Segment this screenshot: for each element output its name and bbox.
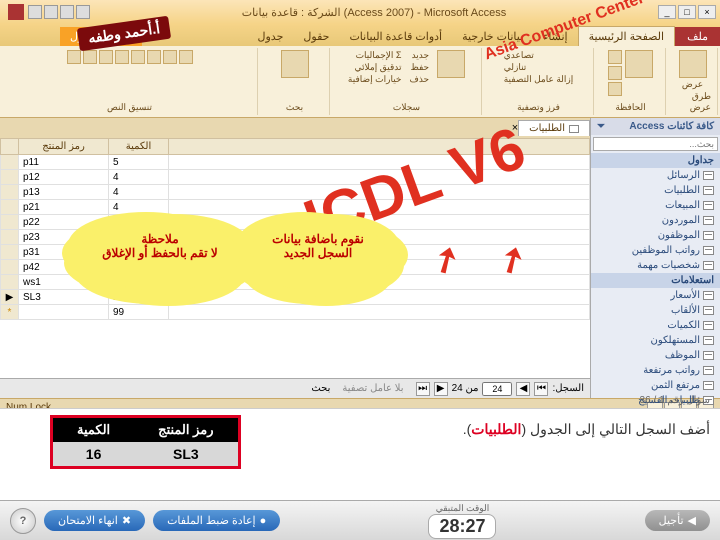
annotation-cloud-add: نقوم باضافة بيانات السجل الجديد bbox=[248, 220, 388, 290]
nav-table-item[interactable]: الموظفون bbox=[591, 228, 720, 243]
nav-section-queries[interactable]: استعلامات bbox=[591, 273, 720, 288]
close-tab-icon[interactable]: × bbox=[512, 122, 518, 134]
query-icon bbox=[703, 336, 714, 345]
nav-search-input[interactable] bbox=[593, 137, 718, 151]
app-icon bbox=[8, 4, 24, 20]
postpone-button[interactable]: ◀ تأجيل bbox=[645, 510, 710, 531]
table-icon bbox=[703, 201, 714, 210]
group-find: بحث bbox=[286, 102, 303, 113]
query-icon bbox=[703, 321, 714, 330]
table-row[interactable]: ▶SL316 bbox=[1, 290, 590, 305]
query-icon bbox=[703, 366, 714, 375]
nav-table-item[interactable]: شخصيات مهمة bbox=[591, 258, 720, 273]
end-exam-button[interactable]: ✖ انهاء الامتحان bbox=[44, 510, 145, 531]
nav-table-item[interactable]: الطلبيات bbox=[591, 183, 720, 198]
question-panel: سؤال رقم 1 / 36 أضف السجل التالي إلى الج… bbox=[0, 408, 720, 500]
maximize-button[interactable]: □ bbox=[678, 5, 696, 19]
cut-icon[interactable] bbox=[608, 50, 622, 64]
find-icon[interactable] bbox=[281, 50, 309, 78]
query-icon bbox=[703, 351, 714, 360]
nav-table-item[interactable]: الرسائل bbox=[591, 168, 720, 183]
group-sort: فرز وتصفية bbox=[517, 102, 560, 113]
question-text: أضف السجل التالي إلى الجدول (الطلبيات). bbox=[463, 415, 710, 438]
exam-toolbar: ◀ تأجيل الوقت المتبقي28:27 ● إعادة ضبط ا… bbox=[0, 500, 720, 540]
nav-table-item[interactable]: الموردون bbox=[591, 213, 720, 228]
question-number: سؤال رقم 1 / 36 bbox=[640, 395, 710, 406]
nav-query-item[interactable]: الألقاب bbox=[591, 303, 720, 318]
group-textfmt: تنسيق النص bbox=[107, 102, 152, 113]
chevron-down-icon[interactable]: ⏷ bbox=[597, 121, 605, 132]
copy-icon[interactable] bbox=[608, 66, 622, 80]
table-icon bbox=[703, 246, 714, 255]
col-header-qty[interactable]: الكمية bbox=[109, 139, 169, 155]
paste-icon[interactable] bbox=[625, 50, 653, 78]
close-button[interactable]: × bbox=[698, 5, 716, 19]
new-row[interactable]: *99 bbox=[1, 305, 590, 320]
no-filter-label: بلا عامل تصفية bbox=[342, 383, 403, 394]
tab-dbtools[interactable]: أدوات قاعدة البيانات bbox=[339, 27, 452, 46]
ribbon: عرضطرق عرض الحافظة تصاعديتنازليإزالة عام… bbox=[0, 46, 720, 118]
timer: الوقت المتبقي28:27 bbox=[428, 503, 496, 539]
table-icon bbox=[703, 261, 714, 270]
nav-query-item[interactable]: الكميات bbox=[591, 318, 720, 333]
table-icon bbox=[703, 216, 714, 225]
table-icon bbox=[703, 186, 714, 195]
nav-first-button[interactable]: ⏮ bbox=[534, 382, 548, 396]
nav-query-item[interactable]: المستهلكون bbox=[591, 333, 720, 348]
tab-home[interactable]: الصفحة الرئيسية bbox=[578, 26, 675, 46]
nav-section-tables[interactable]: جداول bbox=[591, 153, 720, 168]
format-painter-icon[interactable] bbox=[608, 82, 622, 96]
query-icon bbox=[703, 381, 714, 390]
tab-create[interactable]: إنشاء bbox=[533, 27, 577, 46]
annotation-cloud-note: ملاحظةلا تقم بالحفظ أو الإغلاق bbox=[80, 220, 240, 290]
nav-table-item[interactable]: رواتب الموظفين bbox=[591, 243, 720, 258]
nav-last-button[interactable]: ⏭ bbox=[416, 382, 430, 396]
nav-prev-button[interactable]: ◀ bbox=[516, 382, 530, 396]
help-button[interactable]: ? bbox=[10, 508, 36, 534]
tab-fields[interactable]: حقول bbox=[293, 27, 339, 46]
group-clipboard: الحافظة bbox=[615, 102, 645, 113]
question-table: رمز المنتجالكمية SL316 bbox=[50, 415, 241, 469]
table-icon bbox=[569, 125, 579, 133]
group-views: طرق عرض bbox=[674, 91, 711, 113]
reset-files-button[interactable]: ● إعادة ضبط الملفات bbox=[153, 510, 280, 531]
group-records: سجلات bbox=[393, 102, 420, 113]
table-row[interactable]: p115 bbox=[1, 155, 590, 170]
query-icon bbox=[703, 306, 714, 315]
table-row[interactable]: p214 bbox=[1, 200, 590, 215]
record-navigator: السجل: ⏮ ◀ من 24 ▶ ⏭ بلا عامل تصفية بحث bbox=[0, 378, 590, 398]
table-icon bbox=[703, 171, 714, 180]
window-controls[interactable]: _□× bbox=[658, 5, 716, 19]
quick-access-toolbar[interactable] bbox=[28, 5, 90, 19]
tab-table[interactable]: جدول bbox=[248, 27, 294, 46]
nav-query-item[interactable]: مرتفع الثمن bbox=[591, 378, 720, 393]
window-title: الشركة : قاعدة بيانات (Access 2007) - Mi… bbox=[90, 6, 658, 19]
nav-position-input[interactable] bbox=[482, 382, 512, 396]
table-row[interactable]: p134 bbox=[1, 185, 590, 200]
nav-table-item[interactable]: المبيعات bbox=[591, 198, 720, 213]
navigation-pane: كافة كائنات Access⏷ جداول الرسائلالطلبيا… bbox=[590, 118, 720, 398]
datasheet-tab[interactable]: الطلبيات bbox=[518, 120, 590, 136]
view-icon[interactable] bbox=[679, 50, 707, 78]
nav-query-item[interactable]: رواتب مرتفعة bbox=[591, 363, 720, 378]
file-tab[interactable]: ملف bbox=[675, 27, 720, 46]
query-icon bbox=[703, 291, 714, 300]
object-tab-bar: الطلبيات × bbox=[0, 118, 590, 138]
table-icon bbox=[703, 231, 714, 240]
minimize-button[interactable]: _ bbox=[658, 5, 676, 19]
nav-query-item[interactable]: الموظف bbox=[591, 348, 720, 363]
nav-header[interactable]: كافة كائنات Access⏷ bbox=[591, 118, 720, 135]
title-bar: الشركة : قاعدة بيانات (Access 2007) - Mi… bbox=[0, 0, 720, 24]
refresh-icon[interactable] bbox=[437, 50, 465, 78]
tab-external[interactable]: بيانات خارجية bbox=[452, 27, 533, 46]
col-header-code[interactable]: رمز المنتج bbox=[19, 139, 109, 155]
nav-query-item[interactable]: الأسعار bbox=[591, 288, 720, 303]
nav-next-button[interactable]: ▶ bbox=[434, 382, 448, 396]
table-row[interactable]: p124 bbox=[1, 170, 590, 185]
